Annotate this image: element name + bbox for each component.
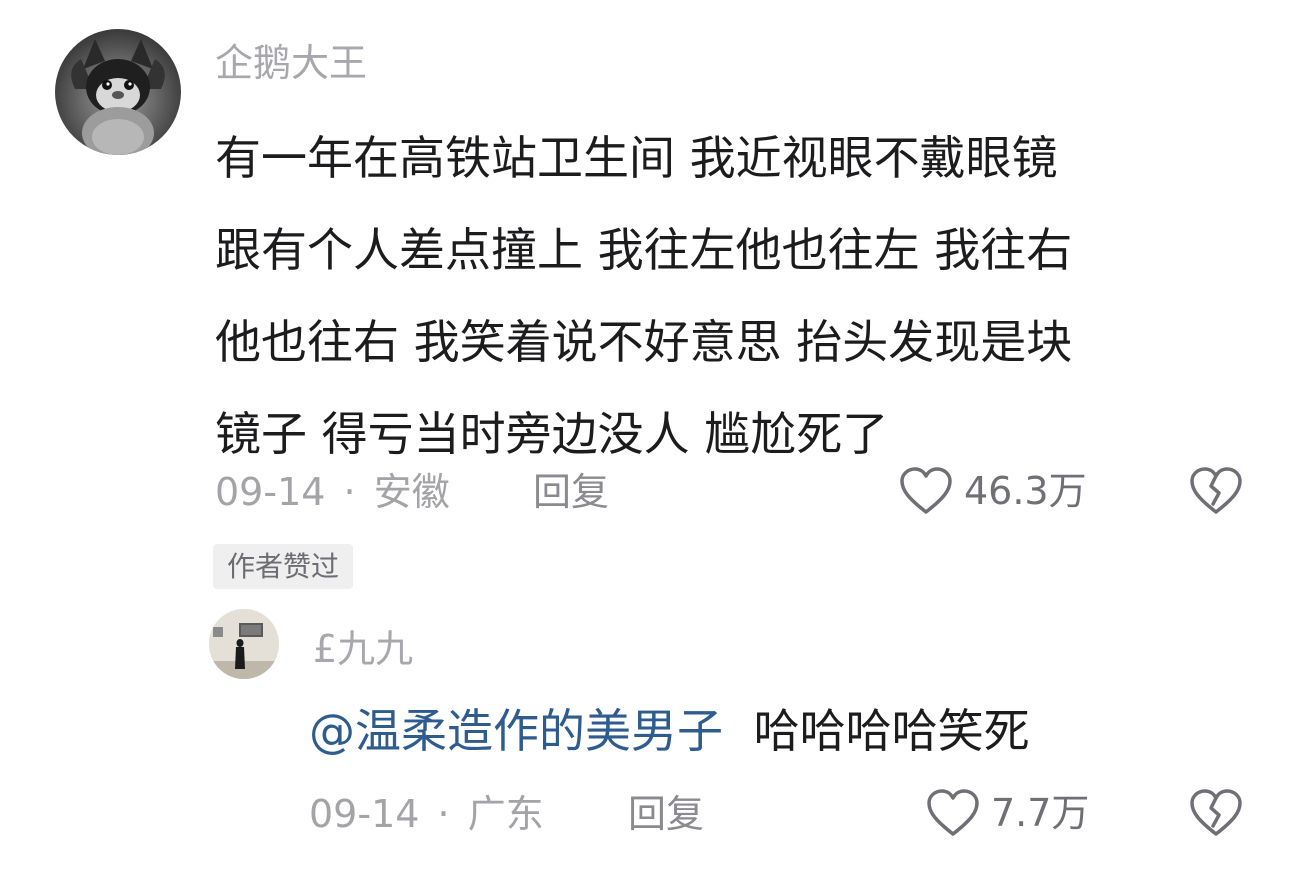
reply-like-button[interactable]: 7.7万 [925,788,1089,838]
comment-location: 安徽 [373,470,450,514]
reply-username[interactable]: £九九 [313,630,413,668]
reply-content: 哈哈哈哈笑死 [753,704,1030,758]
comment-body: 有一年在高铁站卫生间 我近视眼不戴眼镜 跟有个人差点撞上 我往左他也往左 我往右… [215,112,1215,480]
dislike-button[interactable] [1188,466,1244,520]
comment-meta: 09-14 · 安徽 [215,473,450,511]
reply-location: 广东 [467,792,544,836]
comment-date: 09-14 [215,470,326,514]
gallery-avatar-image [209,609,279,679]
broken-heart-icon [1190,789,1242,836]
comment-line: 有一年在高铁站卫生间 我近视眼不戴眼镜 [215,131,1058,185]
heart-outline-icon [900,467,952,514]
reply-reply-button[interactable]: 回复 [628,795,704,833]
meta-separator: · [437,792,450,836]
comment-line: 他也往右 我笑着说不好意思 抬头发现是块 [215,315,1073,369]
reply-like-count: 7.7万 [991,791,1090,835]
avatar[interactable] [55,29,181,155]
like-count: 46.3万 [964,469,1087,513]
reply-avatar[interactable] [209,609,279,679]
reply-body: @温柔造作的美男子 哈哈哈哈笑死 [309,708,1030,754]
like-button[interactable]: 46.3万 [898,466,1087,516]
heart-outline-icon [927,789,979,836]
author-liked-badge: 作者赞过 [213,544,354,589]
reply-button[interactable]: 回复 [533,473,609,511]
reply-meta: 09-14 · 广东 [309,795,544,833]
mention-link[interactable]: @温柔造作的美男子 [309,704,723,758]
reply-dislike-button[interactable] [1188,788,1244,842]
comment-username[interactable]: 企鹅大王 [215,44,367,82]
broken-heart-icon [1190,467,1242,514]
meta-separator: · [343,470,356,514]
penguin-avatar-image [71,39,165,155]
comment-line: 跟有个人差点撞上 我往左他也往左 我往右 [215,223,1073,277]
reply-date: 09-14 [309,792,420,836]
